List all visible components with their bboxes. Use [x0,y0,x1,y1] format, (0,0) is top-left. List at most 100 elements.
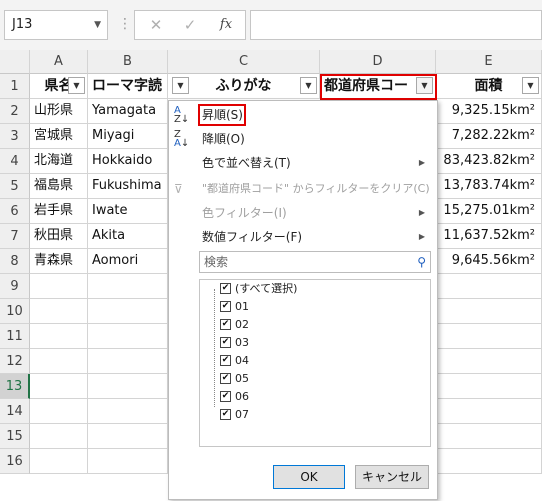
empty-cell[interactable] [88,449,168,474]
empty-cell[interactable] [30,449,88,474]
header-cell-a[interactable]: 県名 ▼ [30,74,88,99]
list-item[interactable]: ✔ 01 [200,298,430,316]
chevron-down-icon[interactable]: ▼ [94,11,101,39]
row-header-1[interactable]: 1 [0,74,30,99]
table-cell[interactable]: 山形県 [30,99,88,124]
empty-cell[interactable] [436,324,542,349]
row-header-13[interactable]: 13 [0,374,30,399]
row-header-16[interactable]: 16 [0,449,30,474]
table-cell[interactable]: 15,275.01km² [436,199,542,224]
checkbox[interactable]: ✔ [220,319,231,330]
column-header-e[interactable]: E [436,50,542,74]
name-box[interactable]: J13 ▼ [4,10,108,40]
empty-cell[interactable] [436,299,542,324]
checkbox[interactable]: ✔ [220,301,231,312]
table-cell[interactable]: 北海道 [30,149,88,174]
empty-cell[interactable] [30,324,88,349]
empty-cell[interactable] [436,374,542,399]
row-header-9[interactable]: 9 [0,274,30,299]
row-header-5[interactable]: 5 [0,174,30,199]
empty-cell[interactable] [30,349,88,374]
row-header-2[interactable]: 2 [0,99,30,124]
table-cell[interactable]: Aomori [88,249,168,274]
checkbox[interactable]: ✔ [220,283,231,294]
row-header-4[interactable]: 4 [0,149,30,174]
list-item[interactable]: ✔ 04 [200,352,430,370]
empty-cell[interactable] [30,274,88,299]
row-header-6[interactable]: 6 [0,199,30,224]
empty-cell[interactable] [88,424,168,449]
empty-cell[interactable] [88,374,168,399]
list-item[interactable]: ✔ 02 [200,316,430,334]
header-cell-c[interactable]: ふりがな ▼ [168,74,320,99]
table-cell[interactable]: 13,783.74km² [436,174,542,199]
empty-cell[interactable] [30,399,88,424]
list-item[interactable]: ✔ (すべて選択) [200,280,430,298]
empty-cell[interactable] [88,324,168,349]
menu-item-sort-descending[interactable]: Z A↓ 降順(O) [169,127,437,151]
table-cell[interactable]: 9,325.15km² [436,99,542,124]
filter-dropdown-icon[interactable]: ▼ [300,77,317,94]
empty-cell[interactable] [30,299,88,324]
checkbox[interactable]: ✔ [220,409,231,420]
table-cell[interactable]: 青森県 [30,249,88,274]
empty-cell[interactable] [30,424,88,449]
list-item[interactable]: ✔ 03 [200,334,430,352]
filter-search-input[interactable]: 検索 ⚲ [199,251,431,273]
row-header-12[interactable]: 12 [0,349,30,374]
table-cell[interactable]: Yamagata [88,99,168,124]
formula-input[interactable] [250,10,542,40]
cancel-button[interactable]: キャンセル [355,465,429,489]
list-item[interactable]: ✔ 06 [200,388,430,406]
empty-cell[interactable] [88,349,168,374]
empty-cell[interactable] [436,274,542,299]
table-cell[interactable]: 7,282.22km² [436,124,542,149]
column-header-a[interactable]: A [30,50,88,74]
cancel-icon[interactable]: ✕ [141,11,171,39]
row-header-7[interactable]: 7 [0,224,30,249]
table-cell[interactable]: Iwate [88,199,168,224]
table-cell[interactable]: 岩手県 [30,199,88,224]
table-cell[interactable]: Miyagi [88,124,168,149]
empty-cell[interactable] [88,299,168,324]
table-cell[interactable]: 宮城県 [30,124,88,149]
table-cell[interactable]: Fukushima [88,174,168,199]
table-cell[interactable]: 83,423.82km² [436,149,542,174]
list-item[interactable]: ✔ 05 [200,370,430,388]
column-header-b[interactable]: B [88,50,168,74]
column-header-d[interactable]: D [320,50,436,74]
header-cell-b[interactable]: ローマ字読 [88,74,168,99]
header-cell-e[interactable]: 面積 ▼ [436,74,542,99]
empty-cell[interactable] [436,449,542,474]
select-all-corner[interactable] [0,50,30,74]
empty-cell[interactable] [436,349,542,374]
checkbox[interactable]: ✔ [220,373,231,384]
filter-dropdown-icon[interactable]: ▼ [522,77,539,94]
checkbox[interactable]: ✔ [220,355,231,366]
checkbox[interactable]: ✔ [220,337,231,348]
checkbox[interactable]: ✔ [220,391,231,402]
column-header-c[interactable]: C [168,50,320,74]
row-header-3[interactable]: 3 [0,124,30,149]
row-header-10[interactable]: 10 [0,299,30,324]
menu-item-clear-filter[interactable]: ⊽ "都道府県コード" からフィルターをクリア(C) [169,177,437,201]
empty-cell[interactable] [436,424,542,449]
menu-item-number-filter[interactable]: 数値フィルター(F) ▶ [169,225,437,249]
empty-cell[interactable] [436,399,542,424]
row-header-15[interactable]: 15 [0,424,30,449]
filter-dropdown-icon[interactable]: ▼ [68,77,85,94]
row-header-11[interactable]: 11 [0,324,30,349]
table-cell[interactable]: 福島県 [30,174,88,199]
row-header-14[interactable]: 14 [0,399,30,424]
table-cell[interactable]: 秋田県 [30,224,88,249]
table-cell[interactable]: Akita [88,224,168,249]
list-item[interactable]: ✔ 07 [200,406,430,424]
filter-dropdown-icon[interactable]: ▼ [172,77,189,94]
ok-button[interactable]: OK [273,465,345,489]
insert-function-icon[interactable]: fx [211,11,241,39]
empty-cell[interactable] [30,374,88,399]
more-dots-icon[interactable]: ⋮ [118,10,132,40]
row-header-8[interactable]: 8 [0,249,30,274]
empty-cell[interactable] [88,274,168,299]
table-cell[interactable]: 11,637.52km² [436,224,542,249]
